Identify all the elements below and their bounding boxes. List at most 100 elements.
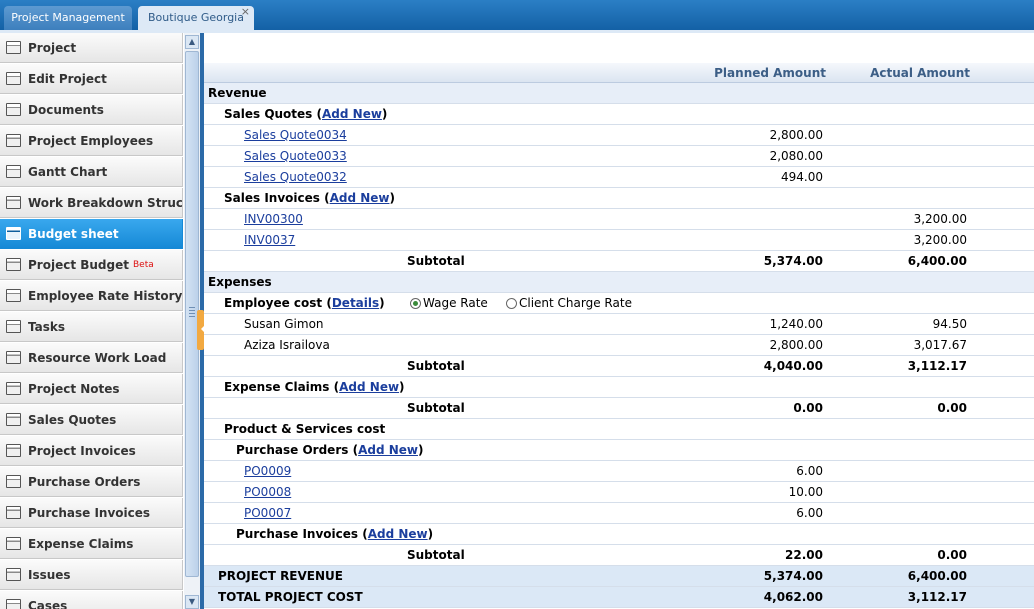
- group-label: Product & Services cost: [224, 422, 386, 436]
- employees-icon: [6, 134, 21, 147]
- actual-total: 6,400.00: [907, 569, 967, 583]
- table-row: INV00300 3,200.00: [204, 209, 1034, 230]
- table-header: Planned Amount Actual Amount: [204, 63, 1034, 83]
- wage-rate-radio[interactable]: Wage Rate: [410, 293, 488, 313]
- invoice-link[interactable]: INV00300: [244, 209, 303, 229]
- actual-subtotal: 0.00: [937, 401, 967, 415]
- add-sales-quote-link[interactable]: Add New: [322, 107, 382, 121]
- sidebar-item-resource-work-load[interactable]: Resource Work Load: [0, 343, 183, 373]
- sales-quote-link[interactable]: Sales Quote0032: [244, 167, 347, 187]
- sidebar-item-tasks[interactable]: Tasks: [0, 312, 183, 342]
- sales-invoices-group: Sales Invoices (Add New): [204, 188, 1034, 209]
- sidebar-item-label: Project Notes: [28, 381, 120, 396]
- planned-value: 2,800.00: [769, 338, 823, 352]
- planned-value: 10.00: [788, 485, 823, 499]
- table-row: Sales Quote0033 2,080.00: [204, 146, 1034, 167]
- sidebar: Project Edit Project Documents Project E…: [0, 33, 183, 609]
- claims-subtotal-row: Subtotal 0.00 0.00: [204, 398, 1034, 419]
- sidebar-item-project-invoices[interactable]: Project Invoices: [0, 436, 183, 466]
- product-services-group: Product & Services cost: [204, 419, 1034, 440]
- sidebar-item-budget-sheet[interactable]: Budget sheet: [0, 219, 183, 249]
- table-row: Sales Quote0034 2,800.00: [204, 125, 1034, 146]
- sidebar-item-issues[interactable]: Issues: [0, 560, 183, 590]
- employee-cost-details-link[interactable]: Details: [332, 296, 379, 310]
- quote-icon: [6, 413, 21, 426]
- sidebar-item-sales-quotes[interactable]: Sales Quotes: [0, 405, 183, 435]
- purchase-order-link[interactable]: PO0007: [244, 503, 291, 523]
- group-label: Employee cost (Details): [224, 296, 385, 310]
- sidebar-item-purchase-invoices[interactable]: Purchase Invoices: [0, 498, 183, 528]
- radio-selected-icon: [410, 298, 421, 309]
- scroll-up-arrow-icon[interactable]: ▲: [185, 35, 199, 49]
- client-charge-rate-radio[interactable]: Client Charge Rate: [506, 293, 632, 313]
- planned-value: 2,080.00: [769, 149, 823, 163]
- section-title: Expenses: [208, 275, 272, 289]
- collapse-handle-icon[interactable]: [197, 310, 204, 350]
- table-row: PO0009 6.00: [204, 461, 1034, 482]
- sidebar-item-employee-rate-history[interactable]: Employee Rate History: [0, 281, 183, 311]
- table-row: Aziza Israilova 2,800.00 3,017.67: [204, 335, 1034, 356]
- sidebar-item-edit-project[interactable]: Edit Project: [0, 64, 183, 94]
- project-icon: [6, 41, 21, 54]
- sidebar-item-label: Purchase Invoices: [28, 505, 151, 520]
- scroll-down-arrow-icon[interactable]: ▼: [185, 595, 199, 609]
- grip-icon: [189, 307, 195, 317]
- add-purchase-invoice-link[interactable]: Add New: [368, 527, 428, 541]
- invoice-link[interactable]: INV0037: [244, 230, 295, 250]
- planned-subtotal: 0.00: [793, 401, 823, 415]
- actual-value: 3,200.00: [913, 233, 967, 247]
- table-row: PO0007 6.00: [204, 503, 1034, 524]
- purchase-order-link[interactable]: PO0009: [244, 461, 291, 481]
- truck-icon: [6, 475, 21, 488]
- subtotal-label: Subtotal: [407, 548, 465, 562]
- sidebar-item-expense-claims[interactable]: Expense Claims: [0, 529, 183, 559]
- sidebar-item-label: Project Employees: [28, 133, 154, 148]
- invoice-icon: [6, 444, 21, 457]
- table-row: Susan Gimon 1,240.00 94.50: [204, 314, 1034, 335]
- sidebar-item-work-breakdown-structure[interactable]: Work Breakdown Structure: [0, 188, 183, 218]
- sidebar-item-project-employees[interactable]: Project Employees: [0, 126, 183, 156]
- sidebar-item-purchase-orders[interactable]: Purchase Orders: [0, 467, 183, 497]
- documents-icon: [6, 103, 21, 116]
- sidebar-item-label: Project Invoices: [28, 443, 136, 458]
- add-sales-invoice-link[interactable]: Add New: [330, 191, 390, 205]
- sidebar-item-project[interactable]: Project: [0, 33, 183, 63]
- total-label: PROJECT REVENUE: [218, 569, 343, 583]
- group-label: Purchase Orders (Add New): [236, 443, 424, 457]
- section-title: Revenue: [208, 86, 267, 100]
- planned-value: 494.00: [781, 170, 823, 184]
- sidebar-item-label: Project: [28, 40, 77, 55]
- revenue-section: Revenue: [204, 83, 1034, 104]
- planned-value: 1,240.00: [769, 317, 823, 331]
- spreadsheet-icon: [6, 258, 21, 271]
- add-purchase-order-link[interactable]: Add New: [358, 443, 418, 457]
- sidebar-item-label: Budget sheet: [28, 226, 119, 241]
- spreadsheet-icon: [6, 227, 21, 240]
- close-icon[interactable]: ×: [241, 0, 250, 24]
- sidebar-item-project-notes[interactable]: Project Notes: [0, 374, 183, 404]
- planned-total: 5,374.00: [763, 569, 823, 583]
- sidebar-item-documents[interactable]: Documents: [0, 95, 183, 125]
- tab-project-management[interactable]: Project Management: [4, 6, 132, 30]
- sales-quote-link[interactable]: Sales Quote0034: [244, 125, 347, 145]
- truck-icon: [6, 506, 21, 519]
- purchase-order-link[interactable]: PO0008: [244, 482, 291, 502]
- tab-label: Boutique Georgia: [148, 11, 244, 24]
- sales-quotes-group: Sales Quotes (Add New): [204, 104, 1034, 125]
- table-row: PO0008 10.00: [204, 482, 1034, 503]
- tab-boutique-georgia[interactable]: Boutique Georgia ×: [138, 5, 254, 32]
- actual-value: 94.50: [932, 317, 967, 331]
- project-revenue-row: PROJECT REVENUE 5,374.00 6,400.00: [204, 566, 1034, 587]
- actual-amount-header: Actual Amount: [870, 66, 970, 80]
- subtotal-label: Subtotal: [407, 254, 465, 268]
- sidebar-item-cases[interactable]: Cases: [0, 591, 183, 609]
- sidebar-item-project-budget[interactable]: Project Budget Beta: [0, 250, 183, 280]
- total-project-cost-row: TOTAL PROJECT COST 4,062.00 3,112.17: [204, 587, 1034, 608]
- actual-subtotal: 6,400.00: [907, 254, 967, 268]
- employee-name: Susan Gimon: [244, 317, 324, 331]
- sidebar-item-gantt-chart[interactable]: Gantt Chart: [0, 157, 183, 187]
- toolbar-area: [204, 33, 1034, 63]
- add-expense-claim-link[interactable]: Add New: [339, 380, 399, 394]
- planned-subtotal: 22.00: [785, 548, 823, 562]
- sales-quote-link[interactable]: Sales Quote0033: [244, 146, 347, 166]
